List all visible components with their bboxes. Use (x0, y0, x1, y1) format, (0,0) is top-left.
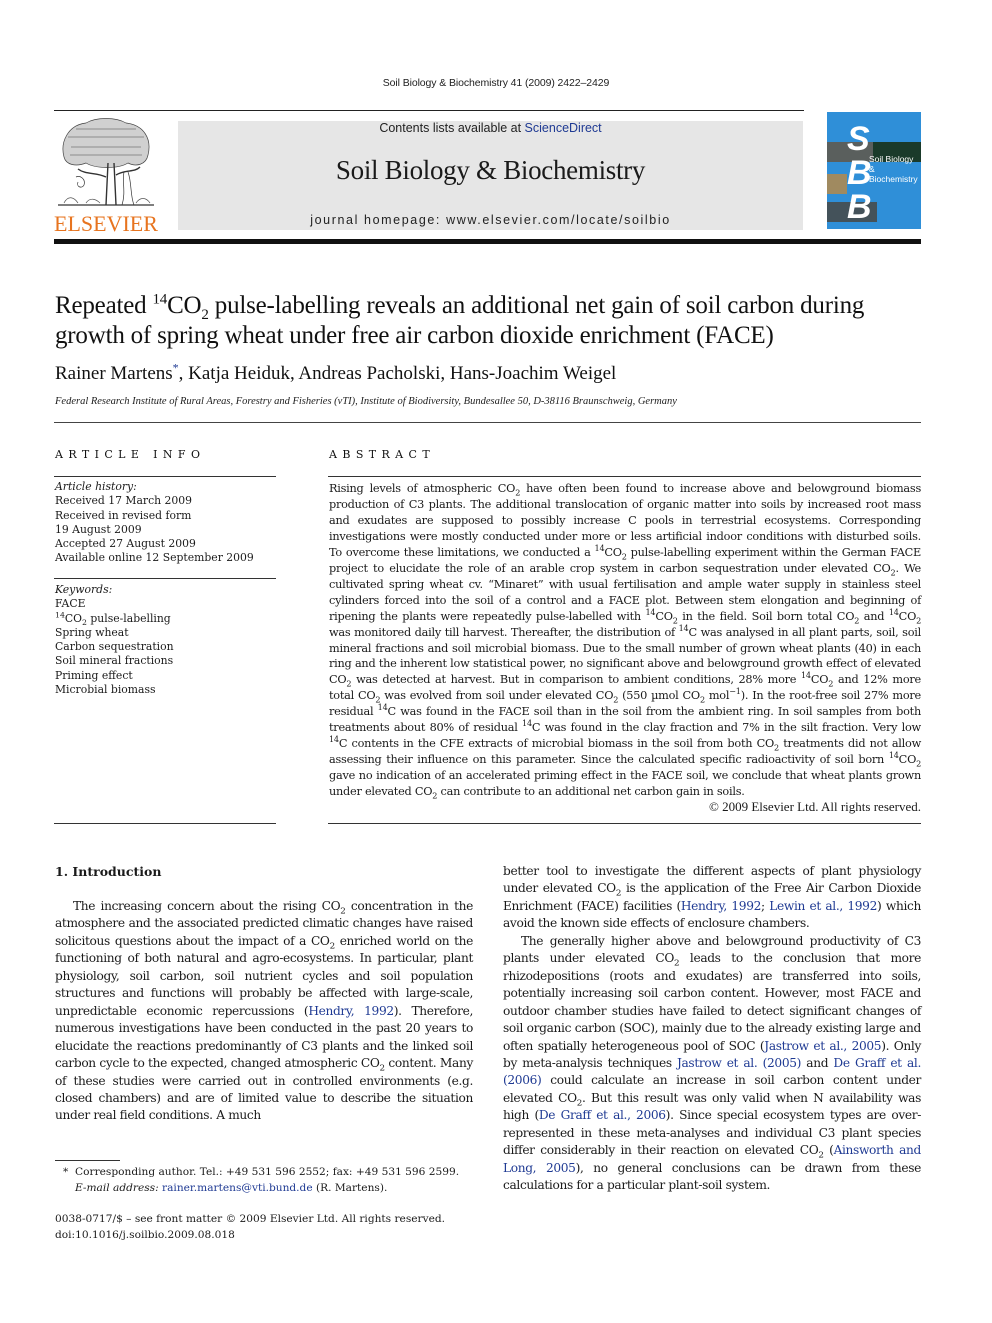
divider (54, 476, 276, 477)
title-subscript: 2 (201, 307, 209, 323)
footnote-marker: * (63, 1166, 69, 1178)
title-isotope-sup: 14 (152, 291, 168, 308)
article-history: Article history: Received 17 March 2009 … (55, 480, 254, 566)
corresponding-author-info: Corresponding author. Tel.: +49 531 596 … (75, 1166, 460, 1178)
history-item: 19 August 2009 (55, 522, 142, 536)
keyword-item: FACE (55, 597, 86, 611)
doi[interactable]: doi:10.1016/j.soilbio.2009.08.018 (55, 1228, 445, 1244)
citation-link[interactable]: Jastrow et al., 2005 (764, 1039, 881, 1053)
email-suffix: (R. Martens). (312, 1181, 388, 1194)
keywords: Keywords: FACE 14CO2 pulse-labelling Spr… (55, 583, 174, 697)
cover-letter: B (847, 188, 872, 226)
citation-link[interactable]: Jastrow et al. (2005) (677, 1056, 801, 1070)
cover-image-strip (827, 174, 847, 194)
title-text: Repeated (55, 292, 153, 319)
article-info-heading: ARTICLE INFO (55, 448, 206, 461)
journal-banner: Contents lists available at ScienceDirec… (178, 121, 803, 230)
header-thick-rule (54, 239, 921, 244)
keyword-item: Microbial biomass (55, 683, 156, 697)
cover-title: Soil Biology & Biochemistry (869, 154, 921, 184)
intro-column-right: better tool to investigate the different… (503, 863, 921, 1195)
front-matter: 0038-0717/$ – see front matter © 2009 El… (55, 1212, 445, 1243)
keywords-label: Keywords: (55, 583, 113, 596)
history-item: Received 17 March 2009 (55, 494, 192, 508)
abstract-text: Rising levels of atmospheric CO2 have of… (329, 482, 922, 801)
contents-lists-line: Contents lists available at ScienceDirec… (178, 121, 803, 135)
keyword-item: Priming effect (55, 668, 133, 682)
article-title: Repeated 14CO2 pulse-labelling reveals a… (55, 291, 935, 351)
paragraph: better tool to investigate the different… (503, 864, 921, 931)
title-text: CO (167, 292, 202, 319)
elsevier-logo[interactable]: ELSEVIER (54, 117, 158, 236)
history-item: Received in revised form (55, 508, 192, 522)
history-item: Available online 12 September 2009 (55, 551, 254, 565)
footnote: * Corresponding author. Tel.: +49 531 59… (55, 1165, 495, 1196)
elsevier-wordmark: ELSEVIER (54, 211, 158, 236)
affiliation: Federal Research Institute of Rural Area… (55, 396, 677, 407)
email-label: E-mail address: (75, 1181, 159, 1194)
intro-column-left: The increasing concern about the rising … (55, 898, 473, 1125)
author-names: , Katja Heiduk, Andreas Pacholski, Hans-… (178, 363, 617, 384)
abstract-copyright: © 2009 Elsevier Ltd. All rights reserved… (708, 799, 921, 814)
divider (54, 422, 921, 423)
keyword-item: Spring wheat (55, 625, 129, 639)
abstract-heading: ABSTRACT (329, 448, 436, 461)
header-top-rule (54, 110, 804, 111)
keyword-item: 14CO2 pulse-labelling (55, 610, 171, 627)
issn-line: 0038-0717/$ – see front matter © 2009 El… (55, 1213, 445, 1225)
author-name[interactable]: Rainer Martens (55, 363, 173, 384)
section-heading-introduction: 1. Introduction (55, 864, 162, 879)
contents-prefix: Contents lists available at (379, 121, 525, 135)
elsevier-tree-icon (58, 118, 154, 206)
divider (54, 578, 276, 579)
cover-title-line: Biochemistry (869, 174, 918, 184)
citation-link[interactable]: De Graff et al., 2006 (539, 1108, 666, 1122)
citation-link[interactable]: Hendry, 1992 (681, 899, 761, 913)
email-link[interactable]: rainer.martens@vti.bund.de (162, 1182, 313, 1194)
paragraph: The generally higher above and belowgrou… (503, 933, 922, 1193)
footnote-rule (55, 1160, 120, 1161)
divider (328, 823, 921, 824)
history-label: Article history: (55, 480, 137, 493)
citation-link[interactable]: Ainsworth and Long, 2005 (503, 1143, 921, 1174)
sciencedirect-link[interactable]: ScienceDirect (525, 121, 602, 135)
citation-link[interactable]: Lewin et al., 1992 (769, 899, 877, 913)
keyword-item: Carbon sequestration (55, 640, 174, 654)
keyword-item: Soil mineral fractions (55, 654, 174, 668)
journal-homepage-link[interactable]: journal homepage: www.elsevier.com/locat… (178, 213, 803, 227)
journal-title: Soil Biology & Biochemistry (335, 155, 646, 185)
history-item: Accepted 27 August 2009 (55, 537, 196, 551)
paragraph: The increasing concern about the rising … (55, 899, 473, 1123)
journal-cover-thumbnail[interactable]: S B B Soil Biology & Biochemistry (827, 112, 921, 229)
citation-link[interactable]: Hendry, 1992 (308, 1004, 394, 1018)
divider (54, 823, 276, 824)
running-head: Soil Biology & Biochemistry 41 (2009) 24… (382, 77, 610, 89)
cover-title-line: Soil Biology & (869, 154, 914, 174)
author-list: Rainer Martens*, Katja Heiduk, Andreas P… (55, 362, 617, 385)
divider (328, 476, 921, 477)
